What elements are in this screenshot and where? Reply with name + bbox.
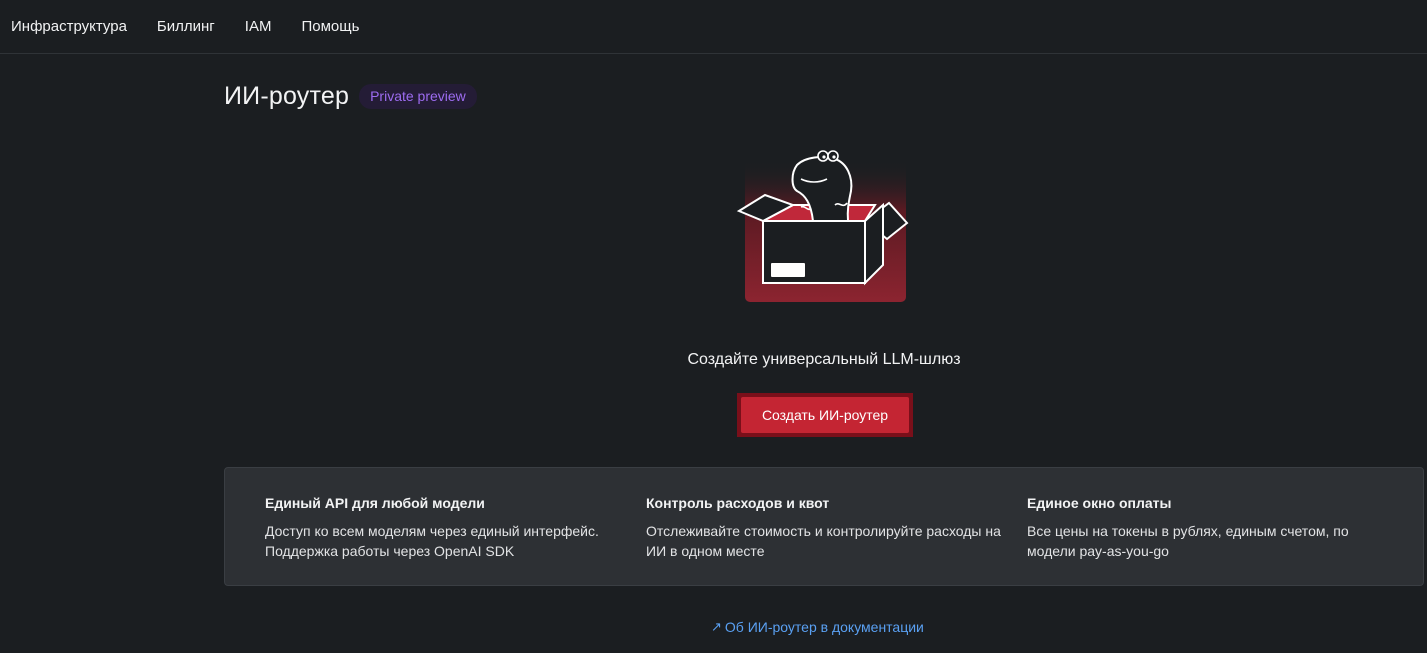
private-preview-badge: Private preview	[359, 84, 477, 109]
feature-text: Доступ ко всем моделям через единый инте…	[265, 523, 599, 559]
feature-title: Единое окно оплаты	[1027, 495, 1172, 511]
feature-text: Все цены на токены в рублях, единым счет…	[1027, 523, 1349, 559]
features-panel: Единый API для любой модели Доступ ко вс…	[224, 467, 1424, 586]
feature-title: Контроль расходов и квот	[646, 495, 830, 511]
empty-state-title: Создайте универсальный LLM-шлюз	[687, 351, 961, 368]
feature-title: Единый API для любой модели	[265, 495, 485, 511]
nav-item-iam[interactable]: IAM	[245, 17, 272, 37]
feature-text: Отслеживайте стоимость и контролируйте р…	[646, 523, 1001, 559]
page-header: ИИ-роутер Private preview	[224, 82, 477, 111]
external-link-arrow-icon: ↗	[711, 619, 722, 634]
feature-cost-control: Контроль расходов и квот Отслеживайте ст…	[646, 495, 1027, 585]
nav-item-billing[interactable]: Биллинг	[157, 17, 215, 37]
page-title: ИИ-роутер	[224, 82, 350, 110]
create-button-focus-ring: Создать ИИ-роутер	[737, 393, 913, 437]
docs-link-label: Об ИИ-роутер в документации	[724, 619, 924, 635]
feature-single-payment: Единое окно оплаты Все цены на токены в …	[1027, 495, 1408, 585]
nav-item-help[interactable]: Помощь	[301, 17, 359, 37]
nav-item-infrastructure[interactable]: Инфраструктура	[11, 17, 127, 37]
docs-link[interactable]: ↗ Об ИИ-роутер в документации	[711, 619, 924, 635]
feature-unified-api: Единый API для любой модели Доступ ко вс…	[265, 495, 646, 585]
dino-in-box-illustration	[735, 143, 915, 308]
create-ai-router-button[interactable]: Создать ИИ-роутер	[741, 397, 909, 433]
top-navigation: Инфраструктура Биллинг IAM Помощь	[0, 0, 1427, 54]
